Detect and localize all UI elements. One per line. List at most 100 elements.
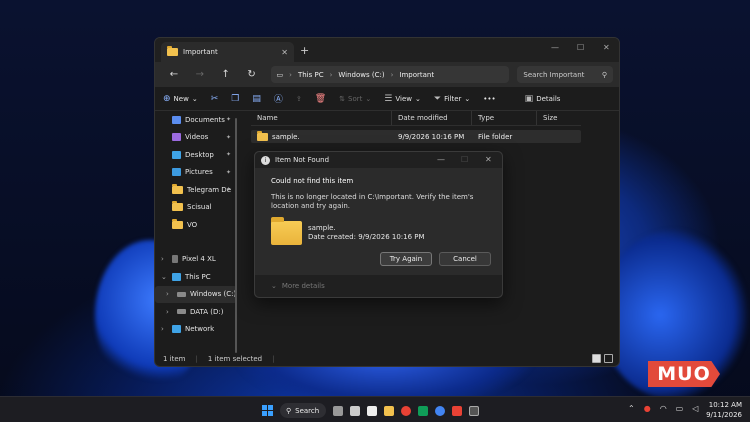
dialog-message: This is no longer located in C:\Importan… (271, 193, 474, 210)
tray-app-icon[interactable]: ● (644, 404, 651, 413)
dialog-buttons: Try Again Cancel (380, 252, 491, 266)
app-icon[interactable] (418, 405, 428, 416)
close-dialog-icon[interactable]: ✕ (485, 155, 492, 164)
sidebar-scrollbar[interactable] (235, 118, 237, 353)
browser-icon[interactable] (435, 405, 445, 416)
taskbar-search-button[interactable]: ⚲ Search (280, 403, 326, 418)
more-details-toggle[interactable]: ⌄ More details (255, 275, 502, 297)
new-button[interactable]: ⊕ New ⌄ (163, 94, 198, 104)
file-explorer-icon[interactable] (384, 405, 394, 416)
widgets-icon[interactable] (350, 405, 360, 416)
sidebar-item-label: Pixel 4 XL (182, 255, 216, 264)
sidebar-item-scisual[interactable]: Scisual (155, 199, 237, 217)
refresh-button[interactable]: ↻ (239, 69, 265, 80)
terminal-icon[interactable] (469, 405, 479, 416)
breadcrumb-windows-c[interactable]: Windows (C:) (338, 71, 384, 79)
breadcrumb-this-pc[interactable]: This PC (298, 71, 324, 79)
sidebar-item-this-pc[interactable]: ⌄ This PC (155, 268, 237, 286)
search-input[interactable]: Search Important ⚲ (517, 66, 613, 83)
view-icon: ☰ (384, 93, 393, 104)
dialog-title: Item Not Found (275, 156, 330, 164)
view-button[interactable]: ☰ View ⌄ (384, 94, 421, 104)
minimize-icon[interactable]: — (437, 155, 445, 164)
column-type[interactable]: Type (472, 111, 537, 125)
clock-date: 9/11/2026 (706, 411, 742, 419)
dialog-title-bar: i Item Not Found — ☐ ✕ (255, 152, 502, 168)
up-button[interactable]: ↑ (213, 69, 239, 80)
sidebar-item-pictures[interactable]: Pictures ✦ (155, 164, 237, 182)
wifi-icon[interactable]: ◠ (660, 404, 667, 413)
maximize-icon[interactable]: ☐ (461, 155, 468, 164)
more-options-button[interactable]: ••• (483, 95, 495, 103)
taskbar-clock[interactable]: 10:12 AM 9/11/2026 (700, 400, 742, 420)
sort-button[interactable]: ⇅ Sort ⌄ (339, 95, 371, 103)
sidebar-item-label: DATA (D:) (190, 307, 224, 316)
forward-button[interactable]: → (187, 69, 213, 80)
sidebar-item-documents[interactable]: Documents ✦ (155, 111, 237, 129)
column-name[interactable]: Name (251, 111, 392, 125)
details-label: Details (536, 94, 561, 103)
close-window-icon[interactable]: ✕ (603, 43, 610, 52)
selection-count: 1 item selected (207, 354, 263, 363)
chrome-icon[interactable] (401, 405, 411, 416)
cancel-button[interactable]: Cancel (439, 252, 491, 266)
sidebar-item-windows-c[interactable]: › Windows (C:) (155, 285, 237, 303)
title-bar: Important ✕ + — ☐ ✕ (155, 38, 619, 62)
task-view-icon[interactable] (333, 405, 343, 416)
command-bar: ⊕ New ⌄ ✂ ❐ ▤ Ⓐ ⇪ 🗑 ⇅ Sort ⌄ ☰ View ⌄ ⏷ Filter ⌄… (155, 87, 619, 111)
dialog-body: Could not find this item This is no long… (255, 168, 502, 245)
chevron-right-icon[interactable]: › (161, 255, 164, 263)
x-app-icon[interactable] (367, 405, 377, 416)
details-button[interactable]: ▣ Details (525, 94, 561, 104)
details-view-icon[interactable] (592, 354, 601, 363)
minimize-icon[interactable]: — (551, 43, 559, 52)
monitor-icon: ▭ (276, 70, 284, 79)
chevron-right-icon[interactable]: › (166, 308, 169, 316)
share-button[interactable]: ⇪ (296, 95, 302, 103)
sidebar-item-telegram[interactable]: Telegram De ✦ (155, 181, 237, 199)
sidebar-item-label: Scisual (187, 203, 212, 212)
tab-important[interactable]: Important ✕ (161, 42, 294, 62)
file-name-cell: sample. (251, 130, 392, 143)
folder-icon (271, 217, 302, 245)
chevron-right-icon[interactable]: › (166, 290, 169, 298)
sidebar-item-data-d[interactable]: › DATA (D:) (155, 303, 237, 321)
maximize-icon[interactable]: ☐ (577, 43, 584, 52)
tiles-view-icon[interactable] (604, 354, 613, 363)
delete-button[interactable]: 🗑 (315, 94, 326, 104)
sidebar-item-vo[interactable]: VO (155, 216, 237, 234)
chevron-up-icon[interactable]: ⌃ (628, 404, 635, 413)
breadcrumb-important[interactable]: Important (399, 71, 434, 79)
back-button[interactable]: ← (161, 69, 187, 80)
tab-title: Important (183, 48, 218, 56)
app-icon[interactable] (452, 405, 462, 416)
chevron-right-icon[interactable]: › (161, 325, 164, 333)
new-tab-button[interactable]: + (300, 44, 309, 57)
battery-icon[interactable]: ▭ (676, 404, 684, 413)
folder-icon (172, 201, 183, 212)
column-date-modified[interactable]: Date modified (392, 111, 472, 125)
more-details-label: More details (281, 282, 325, 290)
view-label: View (395, 94, 412, 103)
try-again-button[interactable]: Try Again (380, 252, 432, 266)
close-tab-icon[interactable]: ✕ (281, 48, 288, 57)
chevron-down-icon[interactable]: ⌄ (161, 273, 167, 281)
cut-button[interactable]: ✂ (211, 94, 219, 104)
network-icon (172, 325, 181, 334)
sidebar-item-videos[interactable]: Videos ✦ (155, 129, 237, 147)
volume-icon[interactable]: ◁ (692, 404, 698, 413)
copy-button[interactable]: ❐ (231, 94, 239, 104)
column-size[interactable]: Size (537, 111, 581, 125)
pin-icon: ✦ (225, 151, 231, 159)
rename-button[interactable]: Ⓐ (274, 92, 283, 105)
filter-button[interactable]: ⏷ Filter ⌄ (434, 94, 470, 104)
file-row[interactable]: sample. 9/9/2026 10:16 PM File folder (251, 130, 581, 143)
sidebar-item-pixel[interactable]: › Pixel 4 XL (155, 251, 237, 269)
clipboard-icon: ▤ (252, 93, 261, 104)
paste-button[interactable]: ▤ (252, 94, 261, 104)
rename-icon: Ⓐ (273, 95, 283, 105)
sidebar-item-desktop[interactable]: Desktop ✦ (155, 146, 237, 164)
address-bar[interactable]: ▭ › This PC › Windows (C:) › Important (270, 66, 510, 83)
windows-start-icon[interactable] (262, 405, 273, 416)
sidebar-item-network[interactable]: › Network (155, 321, 237, 339)
